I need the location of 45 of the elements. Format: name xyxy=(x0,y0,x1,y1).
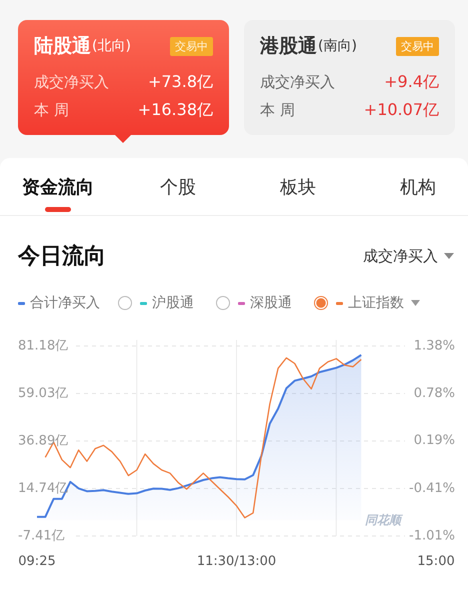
radio-button[interactable] xyxy=(314,296,328,310)
axis-label: -0.41% xyxy=(409,480,455,496)
section-tab[interactable]: 机构 xyxy=(358,158,468,215)
radio-button[interactable] xyxy=(216,296,230,310)
status-badge: 交易中 xyxy=(170,36,213,56)
metric-value: +9.4亿 xyxy=(384,72,439,92)
metric-label: 本 周 xyxy=(34,100,69,120)
axis-label: 36.89亿 xyxy=(18,434,68,448)
section-tab[interactable]: 个股 xyxy=(118,158,238,215)
axis-label: 0.19% xyxy=(414,433,455,448)
active-indicator xyxy=(45,207,71,212)
axis-label: 09:25 xyxy=(18,554,56,569)
section-tab[interactable]: 资金流向 xyxy=(0,158,118,215)
metric-label: 成交净买入 xyxy=(260,72,335,92)
radio-button[interactable] xyxy=(118,296,132,310)
axis-label: 0.78% xyxy=(414,386,455,402)
metric-value: +10.07亿 xyxy=(364,100,439,120)
pointer-icon xyxy=(114,134,132,143)
legend-label: 合计净买入 xyxy=(30,294,100,312)
axis-label: -7.41亿 xyxy=(18,528,65,544)
legend-label: 上证指数 xyxy=(348,294,404,312)
market-card[interactable]: 港股通(南向) 交易中 成交净买入 +9.4亿 本 周 +10.07亿 xyxy=(244,20,455,135)
caret-icon xyxy=(411,300,420,306)
section-tab[interactable]: 板块 xyxy=(238,158,358,215)
card-title: 港股通 xyxy=(260,34,317,59)
caret-icon xyxy=(444,253,454,259)
section-title: 今日流向 xyxy=(18,242,106,271)
card-title: 陆股通 xyxy=(34,34,91,59)
metric-label: 成交净买入 xyxy=(34,72,109,92)
legend-label: 深股通 xyxy=(250,294,292,312)
axis-label: 59.03亿 xyxy=(18,386,68,401)
direction-label: (南向) xyxy=(318,37,357,55)
metric-dropdown[interactable]: 成交净买入 xyxy=(363,246,454,266)
metric-label: 本 周 xyxy=(260,100,295,120)
axis-label: 11:30/13:00 xyxy=(196,554,276,569)
metric-value: +16.38亿 xyxy=(138,100,213,120)
legend-label: 沪股通 xyxy=(152,294,194,312)
axis-label: -1.01% xyxy=(409,528,455,544)
axis-label: 1.38% xyxy=(414,338,455,354)
watermark-logo: 同花顺 xyxy=(365,513,401,527)
direction-label: (北向) xyxy=(92,37,131,55)
axis-label: 15:00 xyxy=(417,554,455,569)
metric-value: +73.8亿 xyxy=(148,72,213,92)
axis-label: 81.18亿 xyxy=(18,338,68,354)
status-badge: 交易中 xyxy=(396,36,439,56)
